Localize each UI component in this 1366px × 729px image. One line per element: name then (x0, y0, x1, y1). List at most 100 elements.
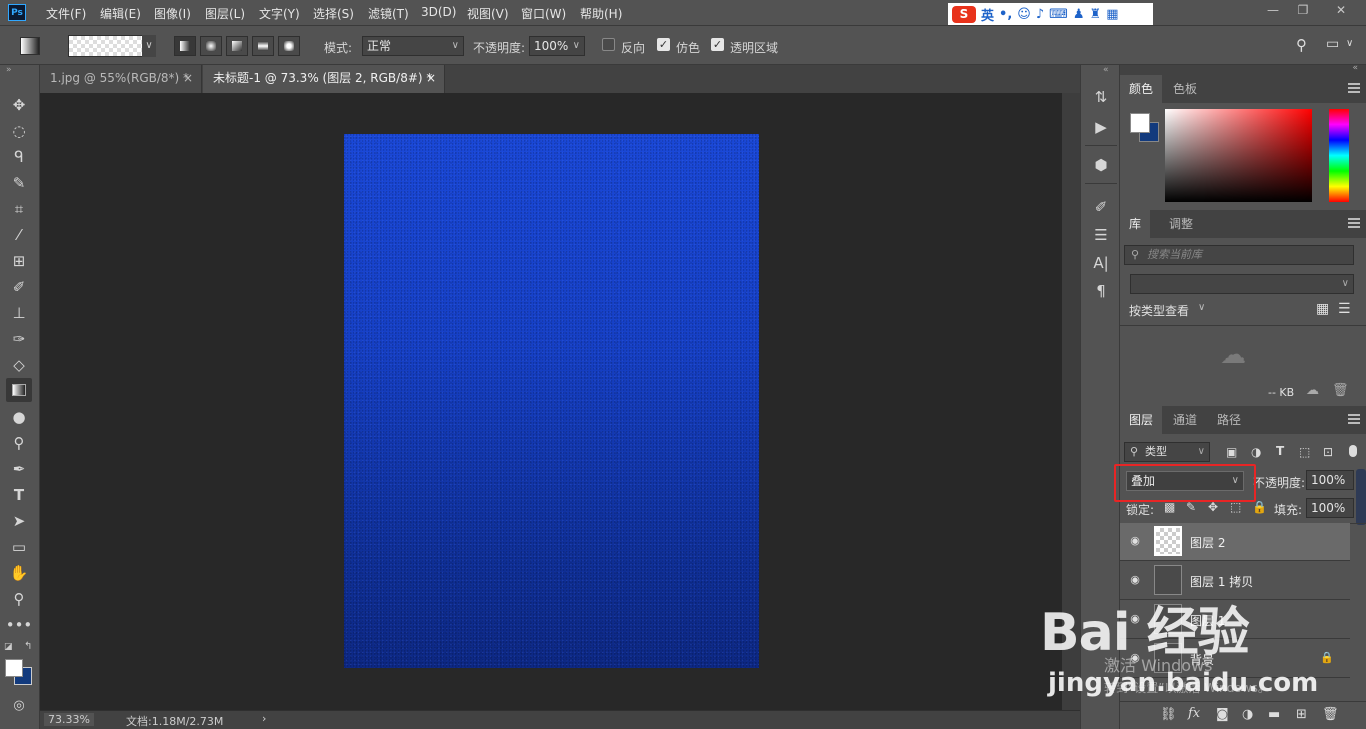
panel-menu-icon[interactable] (1348, 414, 1360, 424)
cloud-sync-icon[interactable]: ☁ (1306, 383, 1319, 398)
status-arrow-icon[interactable]: › (262, 712, 266, 725)
tab-color[interactable]: 颜色 (1120, 75, 1163, 103)
filter-toggle[interactable] (1349, 445, 1357, 457)
paragraph-icon[interactable]: ¶ (1091, 281, 1111, 301)
reflected-gradient-button[interactable] (252, 36, 274, 56)
adjustment-layer-icon[interactable]: ◑ (1242, 707, 1253, 722)
grid-view-icon[interactable]: ▦ (1316, 301, 1329, 317)
fill-input[interactable]: 100% (1306, 498, 1354, 518)
chevron-down-icon[interactable]: ∨ (1346, 38, 1353, 49)
close-icon[interactable]: × (426, 65, 436, 91)
library-view-by-type[interactable]: 按类型查看 (1129, 302, 1189, 319)
restore-button[interactable]: ❐ (1292, 3, 1314, 19)
filter-adjustment-icon[interactable]: ◑ (1251, 445, 1261, 459)
quick-mask-icon[interactable]: ◎ (6, 693, 32, 717)
shirt-icon[interactable]: ♜ (1090, 7, 1102, 22)
radial-gradient-button[interactable] (200, 36, 222, 56)
zoom-level[interactable]: 73.33% (44, 713, 94, 726)
tab-layers[interactable]: 图层 (1120, 406, 1163, 434)
dodge-tool-icon[interactable]: ⚲ (6, 431, 32, 455)
tab-swatches[interactable]: 色板 (1164, 75, 1206, 103)
new-layer-icon[interactable]: ⊞ (1296, 707, 1307, 722)
rectangle-tool-icon[interactable]: ▭ (6, 535, 32, 559)
character-icon[interactable]: A| (1091, 253, 1111, 273)
panel-menu-icon[interactable] (1348, 83, 1360, 93)
workspace-icon[interactable]: ▭ (1326, 36, 1339, 52)
visibility-eye-icon[interactable]: ◉ (1128, 534, 1142, 548)
chevron-down-icon[interactable]: ∨ (1198, 302, 1205, 313)
search-icon[interactable]: ⚲ (1296, 36, 1307, 54)
menu-help[interactable]: 帮助(H) (580, 5, 622, 22)
layer-name[interactable]: 图层 2 (1190, 534, 1225, 551)
angle-gradient-button[interactable] (226, 36, 248, 56)
path-select-tool-icon[interactable]: ➤ (6, 509, 32, 533)
minimize-button[interactable]: — (1262, 3, 1284, 19)
grid-icon[interactable]: ▦ (1106, 7, 1118, 22)
visibility-eye-icon[interactable]: ◉ (1128, 573, 1142, 587)
collapse-arrows-icon[interactable]: « (1103, 65, 1109, 75)
menu-select[interactable]: 选择(S) (313, 5, 354, 22)
layer-opacity-input[interactable]: 100% (1306, 470, 1354, 490)
adjust-sliders-icon[interactable]: ☰ (1091, 225, 1111, 245)
collapse-arrows-icon[interactable]: « (1352, 63, 1358, 73)
user-icon[interactable]: ♟ (1073, 7, 1085, 22)
fx-icon[interactable]: fx (1188, 706, 1200, 721)
menu-view[interactable]: 视图(V) (467, 5, 509, 22)
tab-document-1[interactable]: 1.jpg @ 55%(RGB/8*) * × (40, 65, 202, 93)
layer-row[interactable]: ◉ 图层 2 (1120, 523, 1350, 561)
menu-3d[interactable]: 3D(D) (421, 5, 456, 19)
gradient-dropdown-chevron-icon[interactable]: ∨ (142, 35, 156, 57)
swap-colors-icon[interactable]: ↰ (24, 641, 32, 652)
color-picker-field[interactable] (1165, 109, 1312, 202)
blur-tool-icon[interactable]: ● (6, 405, 32, 429)
lock-transparent-icon[interactable]: ▩ (1164, 500, 1175, 514)
tab-document-2[interactable]: 未标题-1 @ 73.3% (图层 2, RGB/8#) * × (203, 65, 445, 93)
filter-shape-icon[interactable]: ⬚ (1299, 445, 1310, 459)
reverse-checkbox[interactable] (602, 38, 615, 51)
linear-gradient-button[interactable] (174, 36, 196, 56)
diamond-gradient-button[interactable] (278, 36, 300, 56)
add-mask-icon[interactable]: ◙ (1216, 707, 1229, 722)
close-icon[interactable]: × (183, 65, 193, 91)
filter-type-icon[interactable]: T (1276, 444, 1284, 458)
filter-pixel-icon[interactable]: ▣ (1226, 445, 1237, 459)
hue-slider[interactable] (1329, 109, 1349, 202)
menu-type[interactable]: 文字(Y) (259, 5, 300, 22)
lasso-tool-icon[interactable]: ᑫ (6, 145, 32, 169)
menu-window[interactable]: 窗口(W) (521, 5, 566, 22)
quick-select-tool-icon[interactable]: ✎ (6, 171, 32, 195)
dither-checkbox[interactable]: ✓ (657, 38, 670, 51)
lock-artboard-icon[interactable]: ⬚ (1230, 500, 1241, 514)
more-tools-icon[interactable]: ••• (6, 613, 33, 637)
hand-tool-icon[interactable]: ✋ (6, 561, 32, 585)
transparency-checkbox[interactable]: ✓ (711, 38, 724, 51)
tab-libraries[interactable]: 库 (1120, 210, 1151, 238)
eyedropper-tool-icon[interactable]: ⁄ (6, 223, 32, 247)
healing-brush-tool-icon[interactable]: ⊞ (6, 249, 32, 273)
panel-menu-icon[interactable] (1348, 218, 1360, 228)
layer-name[interactable]: 图层 1 拷贝 (1190, 573, 1253, 590)
3d-cube-icon[interactable]: ⬢ (1091, 155, 1111, 175)
crop-tool-icon[interactable]: ⌗ (6, 197, 32, 221)
delete-layer-icon[interactable]: 🗑 (1322, 707, 1339, 722)
document-canvas[interactable] (344, 134, 759, 668)
stamp-tool-icon[interactable]: ⊥ (6, 301, 32, 325)
collapse-arrows-icon[interactable]: » (6, 65, 12, 75)
mode-select[interactable]: 正常 ∨ (362, 36, 464, 56)
filter-smart-object-icon[interactable]: ⊡ (1323, 445, 1333, 459)
layer-filter-select[interactable]: ⚲ 类型 ∨ (1124, 442, 1210, 462)
brush-settings-icon[interactable]: ✐ (1091, 197, 1111, 217)
menu-edit[interactable]: 编辑(E) (100, 5, 141, 22)
tab-adjustments[interactable]: 调整 (1160, 210, 1202, 238)
mic-icon[interactable]: ♪ (1036, 7, 1044, 22)
menu-filter[interactable]: 滤镜(T) (368, 5, 409, 22)
lock-position-icon[interactable]: ✥ (1208, 500, 1218, 514)
punct-icon[interactable]: •, (999, 7, 1012, 22)
gradient-tool-icon[interactable] (6, 378, 32, 402)
menu-image[interactable]: 图像(I) (154, 5, 191, 22)
new-group-icon[interactable]: ▬ (1268, 707, 1280, 722)
layers-scrollbar[interactable] (1356, 469, 1366, 525)
actions-play-icon[interactable]: ▶ (1091, 117, 1111, 137)
panel-foreground-swatch[interactable] (1130, 113, 1150, 133)
link-layers-icon[interactable]: ⛓ (1160, 707, 1177, 722)
